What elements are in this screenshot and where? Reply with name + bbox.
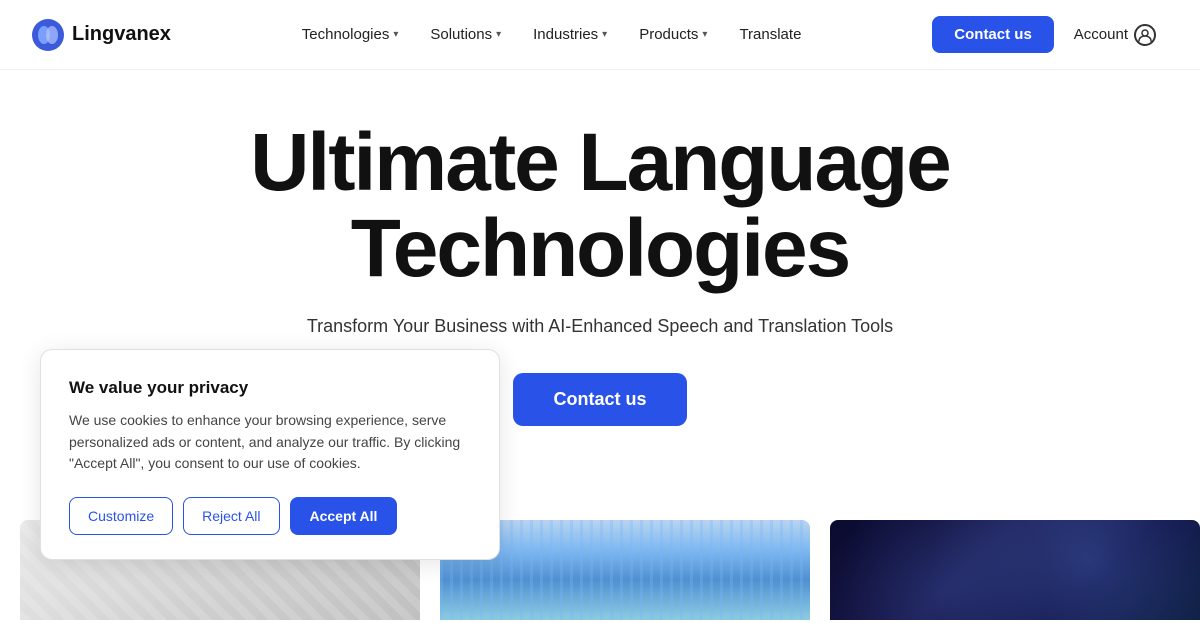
nav-item-translate[interactable]: Translate: [725, 18, 815, 51]
hero-section: Ultimate Language Technologies Transform…: [0, 70, 1200, 620]
cookie-customize-button[interactable]: Customize: [69, 497, 173, 535]
hero-subtitle: Transform Your Business with AI-Enhanced…: [307, 316, 893, 337]
chevron-down-icon: ▾: [496, 29, 501, 40]
cookie-reject-button[interactable]: Reject All: [183, 497, 279, 535]
cookie-banner: We value your privacy We use cookies to …: [40, 349, 500, 560]
logo-text: Lingvanex: [72, 23, 171, 46]
account-icon: [1134, 24, 1156, 46]
logo-icon: [32, 19, 64, 51]
cookie-title: We value your privacy: [69, 378, 471, 398]
logo-link[interactable]: Lingvanex: [32, 19, 171, 51]
cookie-text: We use cookies to enhance your browsing …: [69, 410, 471, 475]
hero-contact-button[interactable]: Contact us: [513, 373, 686, 426]
chevron-down-icon: ▾: [702, 29, 707, 40]
nav-contact-button[interactable]: Contact us: [932, 16, 1054, 53]
chevron-down-icon: ▾: [602, 29, 607, 40]
hero-title: Ultimate Language Technologies: [250, 120, 950, 292]
nav-item-products[interactable]: Products ▾: [625, 18, 721, 51]
nav-right: Contact us Account: [932, 16, 1168, 54]
nav-links: Technologies ▾ Solutions ▾ Industries ▾ …: [288, 18, 816, 51]
nav-account[interactable]: Account: [1062, 16, 1168, 54]
nav-item-solutions[interactable]: Solutions ▾: [416, 18, 515, 51]
navbar: Lingvanex Technologies ▾ Solutions ▾ Ind…: [0, 0, 1200, 70]
cookie-buttons: Customize Reject All Accept All: [69, 497, 471, 535]
nav-item-technologies[interactable]: Technologies ▾: [288, 18, 413, 51]
nav-item-industries[interactable]: Industries ▾: [519, 18, 621, 51]
chevron-down-icon: ▾: [393, 29, 398, 40]
cookie-accept-button[interactable]: Accept All: [290, 497, 398, 535]
hero-image-right: [830, 520, 1200, 620]
